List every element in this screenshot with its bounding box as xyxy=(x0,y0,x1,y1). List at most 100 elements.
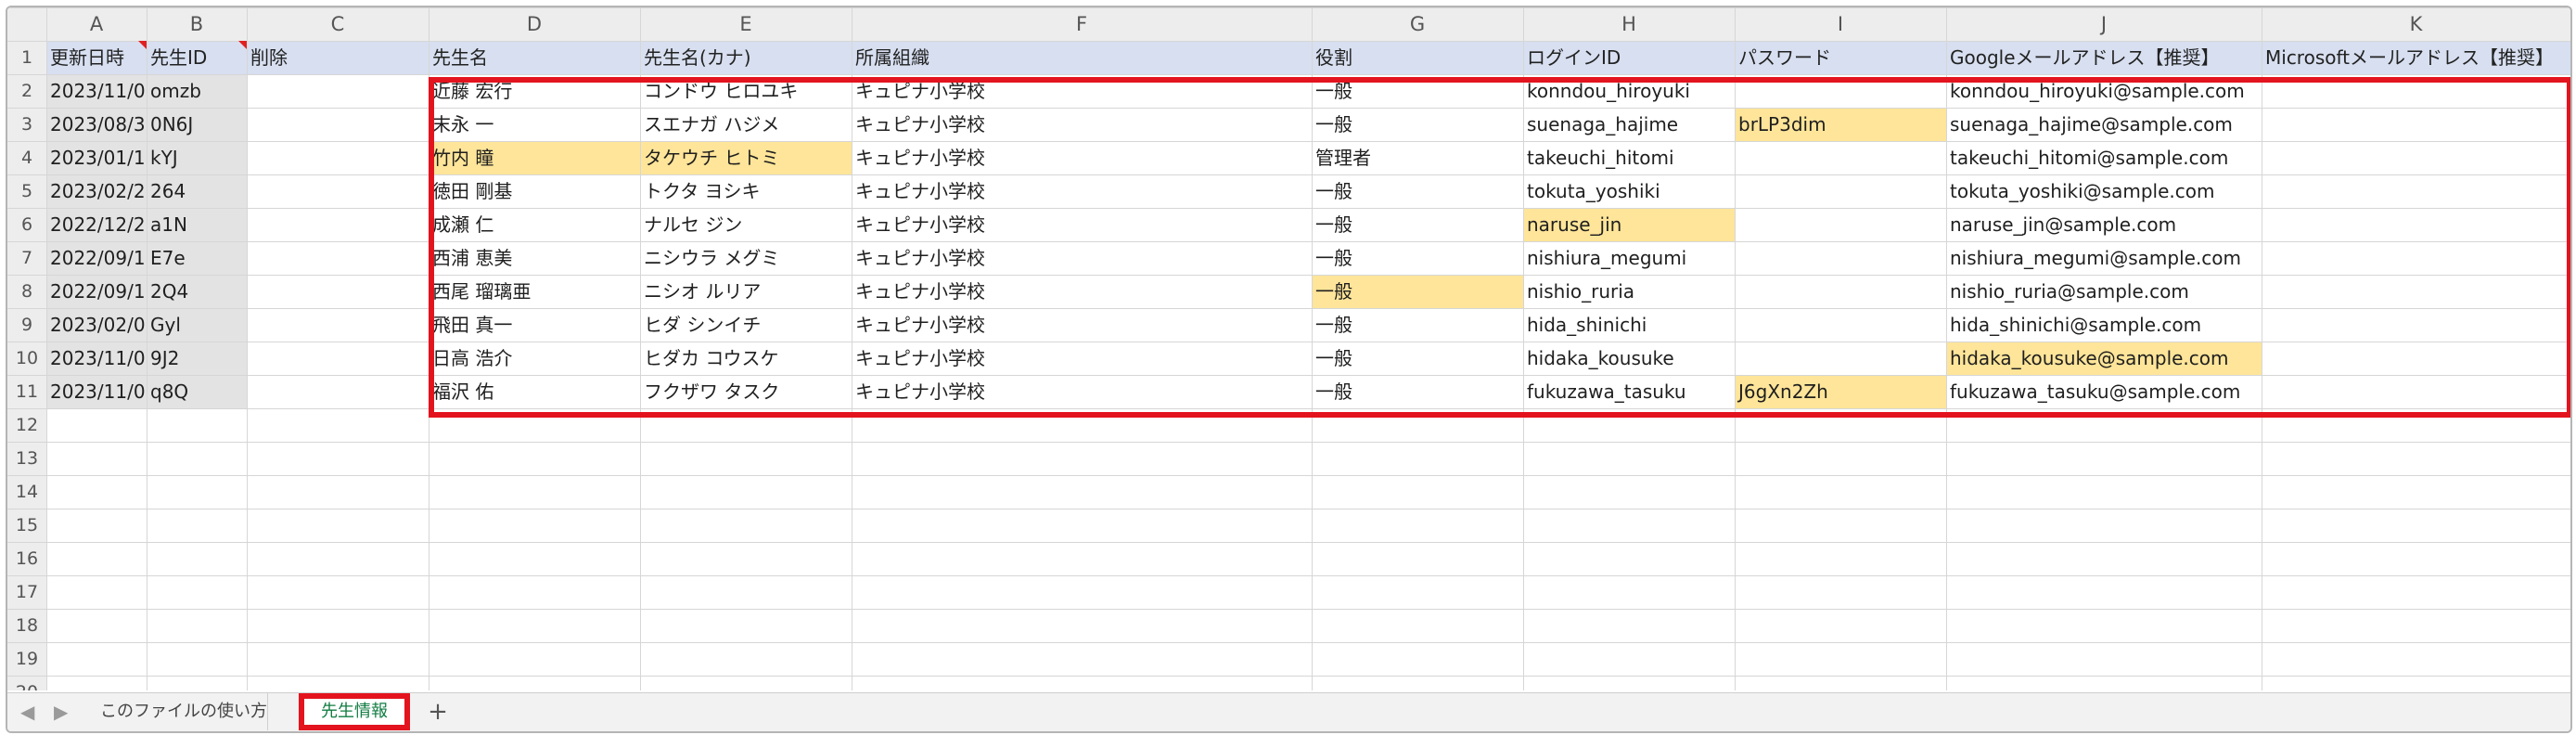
table-cell[interactable]: hidaka_kousuke@sample.com xyxy=(1946,342,2262,375)
row-header-14[interactable]: 14 xyxy=(7,475,46,509)
column-header-g[interactable]: G xyxy=(1312,7,1523,41)
table-cell[interactable]: 近藤 宏行 xyxy=(429,74,640,108)
column-header-e[interactable]: E xyxy=(640,7,852,41)
table-cell[interactable]: hidaka_kousuke xyxy=(1523,342,1735,375)
table-cell[interactable]: 竹内 瞳 xyxy=(429,141,640,174)
row-header-19[interactable]: 19 xyxy=(7,642,46,676)
tab-scroll-prev-icon[interactable]: ◀ xyxy=(20,701,34,723)
table-cell[interactable] xyxy=(247,74,429,108)
table-cell[interactable]: naruse_jin@sample.com xyxy=(1946,208,2262,241)
table-cell[interactable] xyxy=(1735,208,1946,241)
row-header-1[interactable]: 1 xyxy=(7,41,46,74)
table-cell[interactable]: 0N6J xyxy=(147,108,247,141)
table-cell[interactable]: fukuzawa_tasuku@sample.com xyxy=(1946,375,2262,408)
table-cell[interactable]: キュピナ小学校 xyxy=(852,174,1312,208)
table-cell[interactable]: 2023/11/0 xyxy=(46,74,147,108)
table-cell[interactable] xyxy=(2262,74,2570,108)
table-cell[interactable]: ヒダ シンイチ xyxy=(640,308,852,342)
header-cell-c[interactable]: 削除 xyxy=(247,41,429,74)
column-header-b[interactable]: B xyxy=(147,7,247,41)
row-header-7[interactable]: 7 xyxy=(7,241,46,275)
table-cell[interactable] xyxy=(2262,208,2570,241)
table-cell[interactable] xyxy=(2262,141,2570,174)
table-cell[interactable]: フクザワ タスク xyxy=(640,375,852,408)
table-cell[interactable] xyxy=(2262,108,2570,141)
table-cell[interactable]: ナルセ ジン xyxy=(640,208,852,241)
table-cell[interactable]: 2Q4 xyxy=(147,275,247,308)
table-cell[interactable]: Gyl xyxy=(147,308,247,342)
header-cell-k[interactable]: Microsoftメールアドレス【推奨】 xyxy=(2262,41,2570,74)
column-header-d[interactable]: D xyxy=(429,7,640,41)
table-cell[interactable]: キュピナ小学校 xyxy=(852,375,1312,408)
table-cell[interactable]: naruse_jin xyxy=(1523,208,1735,241)
table-cell[interactable]: tokuta_yoshiki xyxy=(1523,174,1735,208)
header-cell-j[interactable]: Googleメールアドレス【推奨】 xyxy=(1946,41,2262,74)
column-header-j[interactable]: J xyxy=(1946,7,2262,41)
table-cell[interactable]: キュピナ小学校 xyxy=(852,108,1312,141)
table-cell[interactable] xyxy=(247,375,429,408)
table-cell[interactable]: 2022/09/1 xyxy=(46,275,147,308)
table-cell[interactable]: a1N xyxy=(147,208,247,241)
table-cell[interactable] xyxy=(2262,375,2570,408)
table-cell[interactable]: E7e xyxy=(147,241,247,275)
row-header-6[interactable]: 6 xyxy=(7,208,46,241)
table-cell[interactable]: hida_shinichi@sample.com xyxy=(1946,308,2262,342)
table-cell[interactable]: takeuchi_hitomi xyxy=(1523,141,1735,174)
table-cell[interactable]: nishio_ruria xyxy=(1523,275,1735,308)
row-header-5[interactable]: 5 xyxy=(7,174,46,208)
table-cell[interactable]: 一般 xyxy=(1312,308,1523,342)
table-cell[interactable]: 2022/12/2 xyxy=(46,208,147,241)
table-cell[interactable]: ニシウラ メグミ xyxy=(640,241,852,275)
table-cell[interactable]: nishio_ruria@sample.com xyxy=(1946,275,2262,308)
table-cell[interactable] xyxy=(2262,275,2570,308)
row-header-4[interactable]: 4 xyxy=(7,141,46,174)
row-header-12[interactable]: 12 xyxy=(7,408,46,442)
table-cell[interactable]: nishiura_megumi xyxy=(1523,241,1735,275)
column-header-k[interactable]: K xyxy=(2262,7,2570,41)
table-cell[interactable]: nishiura_megumi@sample.com xyxy=(1946,241,2262,275)
table-cell[interactable]: 9J2 xyxy=(147,342,247,375)
table-cell[interactable]: ヒダカ コウスケ xyxy=(640,342,852,375)
row-header-16[interactable]: 16 xyxy=(7,542,46,575)
table-cell[interactable] xyxy=(247,208,429,241)
table-cell[interactable] xyxy=(2262,308,2570,342)
row-header-20[interactable]: 20 xyxy=(7,676,46,690)
table-cell[interactable] xyxy=(247,275,429,308)
add-sheet-icon[interactable]: + xyxy=(419,693,456,730)
table-cell[interactable] xyxy=(2262,174,2570,208)
table-cell[interactable]: 徳田 剛基 xyxy=(429,174,640,208)
table-cell[interactable] xyxy=(247,141,429,174)
table-cell[interactable]: 2022/09/1 xyxy=(46,241,147,275)
table-cell[interactable]: takeuchi_hitomi@sample.com xyxy=(1946,141,2262,174)
table-cell[interactable]: 一般 xyxy=(1312,342,1523,375)
row-header-10[interactable]: 10 xyxy=(7,342,46,375)
table-cell[interactable] xyxy=(247,174,429,208)
column-header-i[interactable]: I xyxy=(1735,7,1946,41)
table-cell[interactable]: 2023/11/0 xyxy=(46,375,147,408)
table-cell[interactable]: 西尾 瑠璃亜 xyxy=(429,275,640,308)
table-cell[interactable] xyxy=(247,342,429,375)
worksheet-grid[interactable]: A B C D E F G H I J K 1 2 3 4 5 6 7 8 9 10 11 12 13 14 15 16 17 18 19… xyxy=(7,7,2570,690)
table-cell[interactable]: キュピナ小学校 xyxy=(852,275,1312,308)
table-cell[interactable]: omzb xyxy=(147,74,247,108)
column-header-f[interactable]: F xyxy=(852,7,1312,41)
table-cell[interactable] xyxy=(1735,74,1946,108)
table-cell[interactable] xyxy=(247,241,429,275)
table-cell[interactable]: 一般 xyxy=(1312,241,1523,275)
table-cell[interactable]: tokuta_yoshiki@sample.com xyxy=(1946,174,2262,208)
header-cell-a[interactable]: 更新日時 xyxy=(46,41,147,74)
table-cell[interactable]: キュピナ小学校 xyxy=(852,141,1312,174)
table-cell[interactable]: キュピナ小学校 xyxy=(852,208,1312,241)
table-cell[interactable]: hida_shinichi xyxy=(1523,308,1735,342)
table-cell[interactable]: 福沢 佑 xyxy=(429,375,640,408)
table-cell[interactable]: 飛田 真一 xyxy=(429,308,640,342)
table-cell[interactable] xyxy=(1735,174,1946,208)
header-cell-h[interactable]: ログインID xyxy=(1523,41,1735,74)
table-cell[interactable]: kYJ xyxy=(147,141,247,174)
table-cell[interactable]: konndou_hiroyuki xyxy=(1523,74,1735,108)
table-cell[interactable]: 一般 xyxy=(1312,208,1523,241)
table-cell[interactable]: キュピナ小学校 xyxy=(852,74,1312,108)
table-cell[interactable] xyxy=(2262,241,2570,275)
table-cell[interactable]: brLP3dim xyxy=(1735,108,1946,141)
table-cell[interactable]: 2023/02/2 xyxy=(46,174,147,208)
